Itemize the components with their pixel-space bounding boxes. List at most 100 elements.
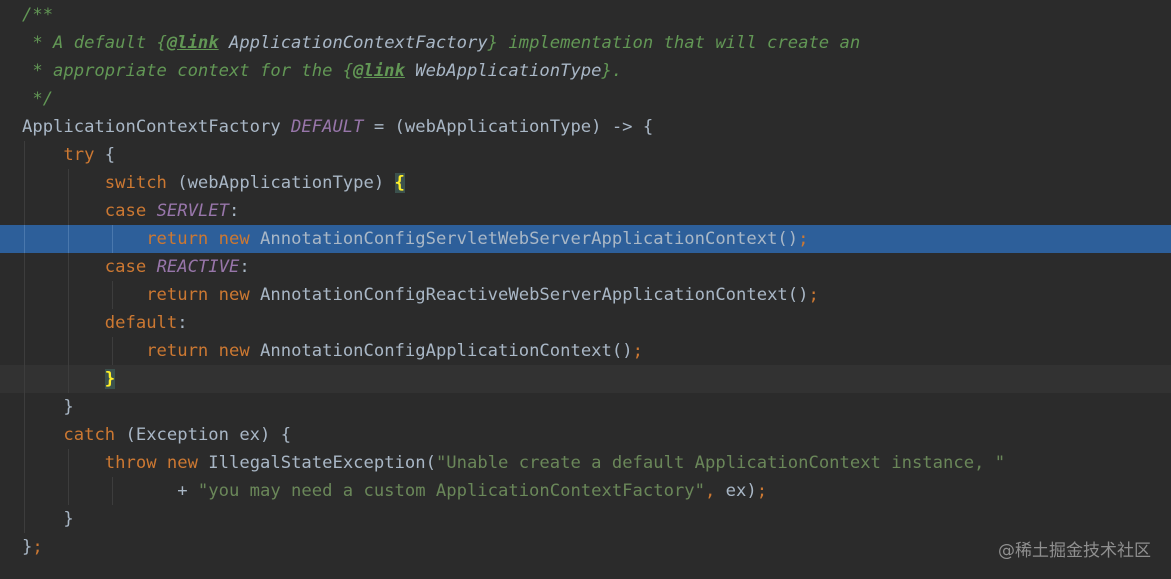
code-line[interactable]: ApplicationContextFactory DEFAULT = (web…	[0, 113, 1171, 141]
code-token: new	[166, 453, 198, 473]
code-token: } implementation that will create an	[487, 33, 861, 53]
code-line[interactable]: */	[0, 85, 1171, 113]
code-line[interactable]: try {	[0, 141, 1171, 169]
code-token: :	[239, 257, 250, 277]
code-token: new	[218, 341, 250, 361]
code-text: }	[22, 365, 116, 393]
code-token: AnnotationConfigServletWebServerApplicat…	[249, 229, 799, 249]
code-text: }	[22, 393, 74, 421]
code-line[interactable]: /**	[0, 1, 1171, 29]
code-token: DEFAULT	[291, 117, 364, 137]
code-token: catch	[63, 425, 116, 445]
code-token: ,	[704, 481, 716, 501]
code-line[interactable]: return new AnnotationConfigReactiveWebSe…	[0, 281, 1171, 309]
code-token: +	[22, 481, 198, 501]
code-line[interactable]: * A default {@link ApplicationContextFac…	[0, 29, 1171, 57]
code-token: ex)	[715, 481, 757, 501]
code-text: };	[22, 533, 43, 561]
code-token: }	[22, 537, 33, 557]
code-line[interactable]: switch (webApplicationType) {	[0, 169, 1171, 197]
code-text: + "you may need a custom ApplicationCont…	[22, 477, 767, 505]
code-text: switch (webApplicationType) {	[22, 169, 405, 197]
code-token: }.	[601, 61, 623, 81]
code-token: = (webApplicationType) -> {	[363, 117, 654, 137]
code-token: * appropriate context for the {	[22, 61, 354, 81]
code-text: case REACTIVE:	[22, 253, 250, 281]
code-line[interactable]: case REACTIVE:	[0, 253, 1171, 281]
code-text: throw new IllegalStateException("Unable …	[22, 449, 1005, 477]
code-text: */	[22, 85, 53, 113]
code-token: }	[22, 397, 74, 417]
code-line[interactable]: case SERVLET:	[0, 197, 1171, 225]
code-line[interactable]: };	[0, 533, 1171, 561]
code-token: try	[63, 145, 95, 165]
code-token: (Exception ex) {	[115, 425, 292, 445]
code-token: ;	[32, 537, 43, 557]
code-token: * A default {	[22, 33, 167, 53]
code-text: * appropriate context for the {@link Web…	[22, 57, 622, 85]
code-token: ;	[632, 341, 643, 361]
code-token: switch	[104, 173, 167, 193]
code-token: new	[218, 285, 250, 305]
code-token: ;	[756, 481, 768, 501]
code-token: }	[104, 369, 116, 389]
code-editor[interactable]: /** * A default {@link ApplicationContex…	[0, 0, 1171, 579]
code-line[interactable]: + "you may need a custom ApplicationCont…	[0, 477, 1171, 505]
code-line[interactable]: default:	[0, 309, 1171, 337]
code-line[interactable]: return new AnnotationConfigServletWebSer…	[0, 225, 1171, 253]
code-text: try {	[22, 141, 115, 169]
code-text: /**	[22, 1, 53, 29]
code-text: * A default {@link ApplicationContextFac…	[22, 29, 860, 57]
code-token: ;	[808, 285, 819, 305]
code-token: new	[218, 229, 250, 249]
code-token: ApplicationContextFactory	[218, 33, 488, 53]
code-token: AnnotationConfigReactiveWebServerApplica…	[249, 285, 809, 305]
code-token: @link	[166, 33, 219, 53]
code-token: :	[229, 201, 240, 221]
watermark-text: @稀土掘金技术社区	[998, 541, 1151, 561]
code-text: case SERVLET:	[22, 197, 240, 225]
code-line[interactable]: catch (Exception ex) {	[0, 421, 1171, 449]
code-line[interactable]: * appropriate context for the {@link Web…	[0, 57, 1171, 85]
code-text: return new AnnotationConfigServletWebSer…	[22, 225, 808, 253]
code-token: "Unable create a default ApplicationCont…	[435, 453, 1006, 473]
code-token: throw	[104, 453, 157, 473]
code-line[interactable]: }	[0, 365, 1171, 393]
code-token: SERVLET	[156, 201, 229, 221]
code-text: return new AnnotationConfigApplicationCo…	[22, 337, 643, 365]
code-line[interactable]: }	[0, 505, 1171, 533]
code-token: ;	[798, 229, 809, 249]
code-token: return	[146, 285, 209, 305]
code-token: {	[394, 173, 405, 193]
code-token: default	[104, 313, 178, 333]
code-token: :	[177, 313, 188, 333]
code-token: case	[104, 257, 147, 277]
code-token: }	[22, 509, 74, 529]
code-token: "you may need a custom ApplicationContex…	[197, 481, 705, 501]
code-token: {	[94, 145, 116, 165]
code-text: ApplicationContextFactory DEFAULT = (web…	[22, 113, 653, 141]
code-token: return	[146, 341, 209, 361]
code-line[interactable]: return new AnnotationConfigApplicationCo…	[0, 337, 1171, 365]
code-line[interactable]: throw new IllegalStateException("Unable …	[0, 449, 1171, 477]
code-token: WebApplicationType	[404, 61, 602, 81]
code-line[interactable]: }	[0, 393, 1171, 421]
code-text: return new AnnotationConfigReactiveWebSe…	[22, 281, 819, 309]
code-token: (webApplicationType)	[166, 173, 395, 193]
